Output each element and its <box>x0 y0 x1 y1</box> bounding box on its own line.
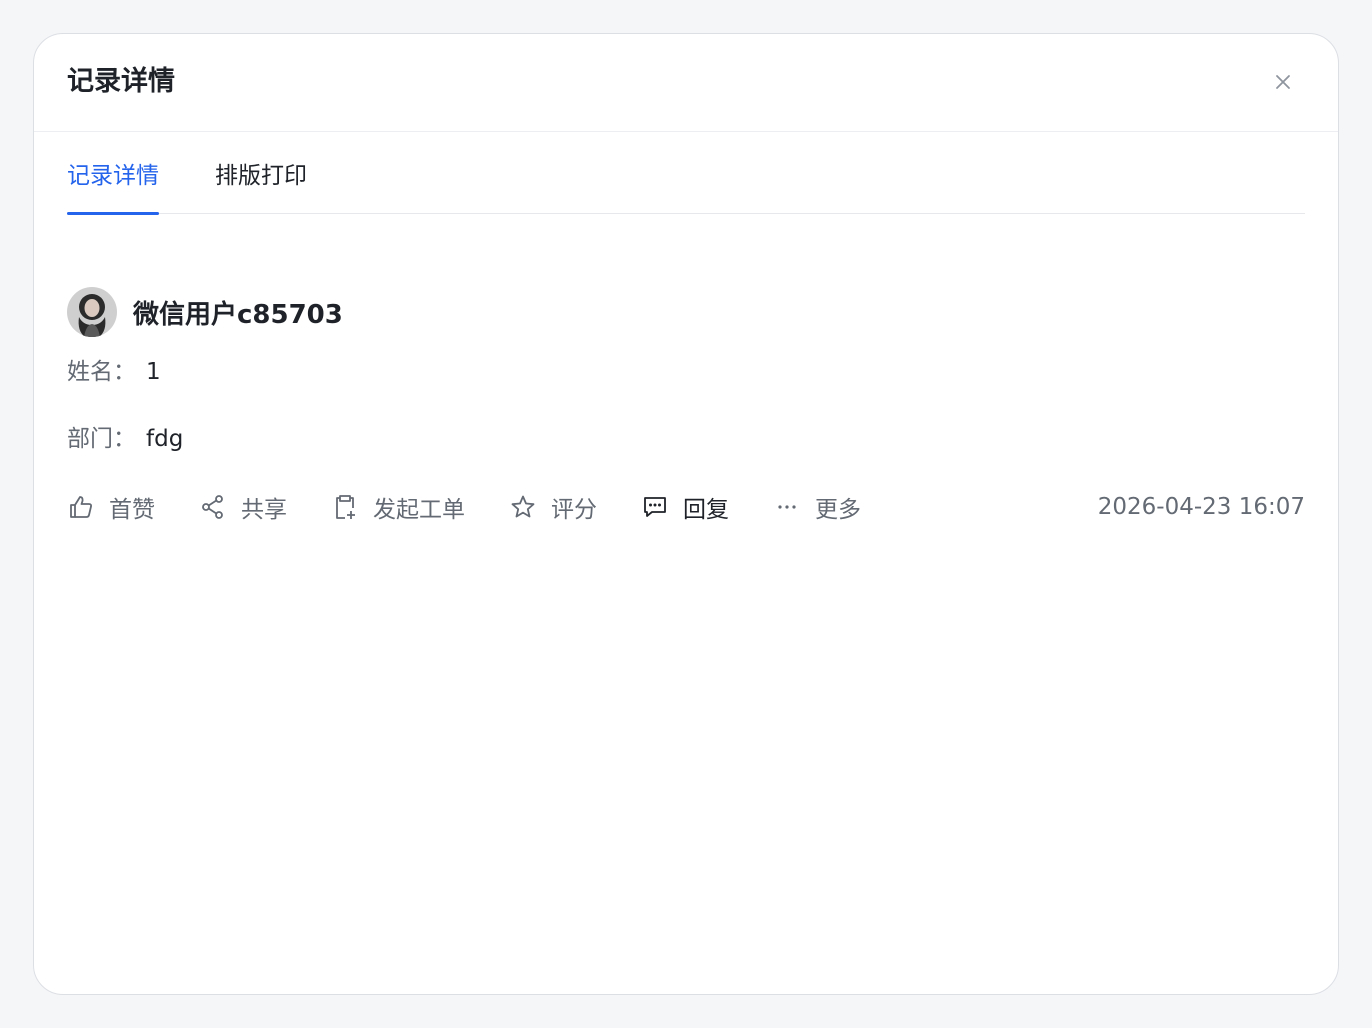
dialog-title: 记录详情 <box>67 66 175 97</box>
create-work-order-button[interactable]: 发起工单 <box>331 490 465 524</box>
thumbs-up-icon <box>67 493 95 521</box>
more-button[interactable]: 更多 <box>773 490 861 524</box>
avatar-image <box>67 287 117 337</box>
field-department-label: 部门： <box>67 426 136 452</box>
close-icon <box>1276 75 1290 89</box>
field-name-value: 1 <box>146 359 161 385</box>
tab-bar: 记录详情 排版打印 <box>67 156 1305 215</box>
reply-button[interactable]: 回复 <box>641 490 729 524</box>
clipboard-add-icon <box>331 493 359 521</box>
record-timestamp: 2026-04-23 16:07 <box>1097 494 1305 520</box>
rate-label: 评分 <box>551 497 597 523</box>
dialog-header: 记录详情 <box>34 34 1338 132</box>
avatar[interactable] <box>67 287 117 337</box>
tab-record-detail[interactable]: 记录详情 <box>67 156 159 215</box>
rate-button[interactable]: 评分 <box>509 490 597 524</box>
comment-icon <box>641 493 669 521</box>
action-bar: 首赞 共享 发起工单 评分 回复 更多 2026-04-23 16:07 <box>67 489 1305 525</box>
reply-label: 回复 <box>683 497 729 523</box>
field-department: 部门： fdg <box>67 423 1305 455</box>
close-button[interactable] <box>1266 65 1300 99</box>
share-button[interactable]: 共享 <box>199 490 287 524</box>
star-icon <box>509 493 537 521</box>
record-card: 微信用户c85703 姓名： 1 部门： fdg 首赞 共享 发起工单 评分 回… <box>67 286 1305 525</box>
tab-layout-print[interactable]: 排版打印 <box>215 156 307 214</box>
field-name-label: 姓名： <box>67 359 136 385</box>
more-label: 更多 <box>815 497 861 523</box>
author-name: 微信用户c85703 <box>133 299 343 330</box>
field-department-value: fdg <box>146 426 184 452</box>
ellipsis-icon <box>773 493 801 521</box>
like-label: 首赞 <box>109 497 155 523</box>
like-button[interactable]: 首赞 <box>67 490 155 524</box>
record-detail-dialog: 记录详情 记录详情 排版打印 微信用户c85703 姓名： 1 部门： fdg … <box>33 33 1339 995</box>
work-order-label: 发起工单 <box>373 497 465 523</box>
share-label: 共享 <box>241 497 287 523</box>
record-author: 微信用户c85703 <box>67 286 1305 338</box>
field-name: 姓名： 1 <box>67 356 1305 388</box>
share-icon <box>199 493 227 521</box>
